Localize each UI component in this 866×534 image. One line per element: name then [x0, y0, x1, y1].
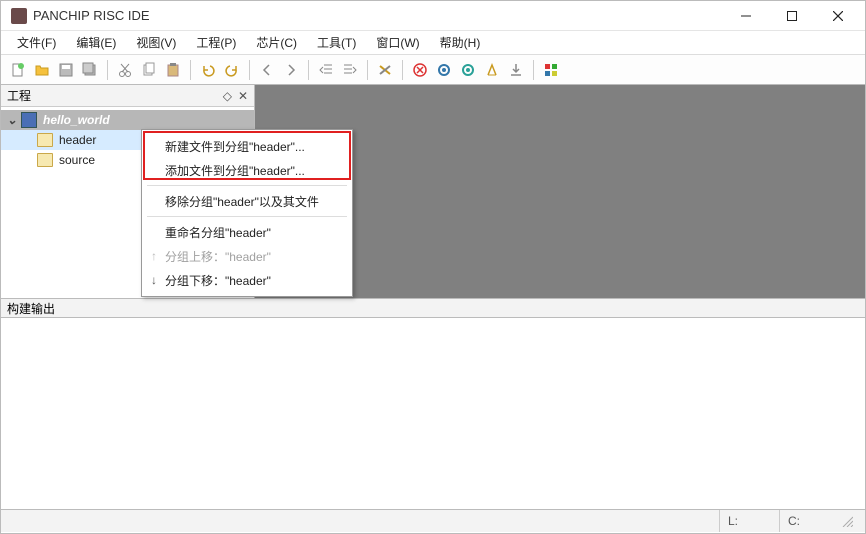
toolbar-separator: [308, 60, 309, 80]
project-icon: [21, 112, 37, 128]
maximize-button[interactable]: [769, 2, 815, 30]
menu-project[interactable]: 工程(P): [186, 32, 246, 53]
menu-help[interactable]: 帮助(H): [430, 32, 491, 53]
toolbar-separator: [402, 60, 403, 80]
nav-forward-icon[interactable]: [280, 59, 302, 81]
menu-chip[interactable]: 芯片(C): [246, 32, 307, 53]
toolbar-separator: [249, 60, 250, 80]
window-controls: [723, 2, 861, 30]
stop-icon[interactable]: [409, 59, 431, 81]
save-icon[interactable]: [55, 59, 77, 81]
outdent-icon[interactable]: [315, 59, 337, 81]
toolbar-separator: [190, 60, 191, 80]
open-folder-icon[interactable]: [31, 59, 53, 81]
redo-icon[interactable]: [221, 59, 243, 81]
paste-icon[interactable]: [162, 59, 184, 81]
status-line: L:: [719, 510, 779, 532]
output-panel-header: 构建输出: [1, 298, 865, 318]
status-col: C:: [779, 510, 839, 532]
project-panel: 工程 ◇ ✕ ⌄ hello_world header source: [1, 85, 255, 298]
nav-back-icon[interactable]: [256, 59, 278, 81]
folder-icon: [37, 153, 53, 167]
cm-rename-group[interactable]: 重命名分组"header": [143, 220, 351, 244]
project-name-label: hello_world: [39, 113, 110, 127]
toolbar-separator: [107, 60, 108, 80]
terminal-icon[interactable]: [540, 59, 562, 81]
cm-new-file[interactable]: 新建文件到分组"header"...: [143, 134, 351, 158]
title-bar: PANCHIP RISC IDE: [1, 1, 865, 31]
window-title: PANCHIP RISC IDE: [33, 8, 723, 23]
output-panel-body[interactable]: [1, 318, 865, 510]
arrow-up-icon: ↑: [147, 249, 161, 263]
cm-add-file[interactable]: 添加文件到分组"header"...: [143, 158, 351, 182]
chevron-down-icon[interactable]: ⌄: [5, 113, 19, 127]
cm-separator: [147, 185, 347, 186]
context-menu: 新建文件到分组"header"... 添加文件到分组"header"... 移除…: [141, 129, 353, 297]
clean-icon[interactable]: [481, 59, 503, 81]
cm-remove-group[interactable]: 移除分组"header"以及其文件: [143, 189, 351, 213]
indent-icon[interactable]: [339, 59, 361, 81]
undo-icon[interactable]: [197, 59, 219, 81]
gear-teal-icon[interactable]: [457, 59, 479, 81]
folder-label: header: [55, 133, 96, 147]
app-icon: [11, 8, 27, 24]
cm-separator: [147, 216, 347, 217]
menu-file[interactable]: 文件(F): [7, 32, 66, 53]
save-all-icon[interactable]: [79, 59, 101, 81]
menu-view[interactable]: 视图(V): [126, 32, 186, 53]
menu-bar: 文件(F) 编辑(E) 视图(V) 工程(P) 芯片(C) 工具(T) 窗口(W…: [1, 31, 865, 55]
status-bar: L: C:: [1, 510, 865, 532]
resize-grip-icon[interactable]: [839, 513, 855, 529]
settings-icon[interactable]: [374, 59, 396, 81]
panel-collapse-icon[interactable]: ◇: [223, 89, 232, 103]
toolbar: [1, 55, 865, 85]
menu-tools[interactable]: 工具(T): [307, 32, 366, 53]
project-panel-header: 工程 ◇ ✕: [1, 85, 254, 107]
folder-icon: [37, 133, 53, 147]
cm-move-up: ↑分组上移："header": [143, 244, 351, 268]
toolbar-separator: [533, 60, 534, 80]
menu-window[interactable]: 窗口(W): [366, 32, 429, 53]
folder-label: source: [55, 153, 95, 167]
project-panel-title: 工程: [7, 87, 31, 104]
cut-icon[interactable]: [114, 59, 136, 81]
tree-project-row[interactable]: ⌄ hello_world: [1, 110, 254, 130]
output-panel-title: 构建输出: [7, 300, 55, 317]
work-area: 工程 ◇ ✕ ⌄ hello_world header source: [1, 85, 865, 298]
gear-blue-icon[interactable]: [433, 59, 455, 81]
arrow-down-icon: ↓: [147, 273, 161, 287]
download-icon[interactable]: [505, 59, 527, 81]
new-file-icon[interactable]: [7, 59, 29, 81]
copy-icon[interactable]: [138, 59, 160, 81]
close-button[interactable]: [815, 2, 861, 30]
cm-move-down[interactable]: ↓分组下移："header": [143, 268, 351, 292]
project-tree[interactable]: ⌄ hello_world header source 新建文件到分组"head…: [1, 107, 254, 173]
menu-edit[interactable]: 编辑(E): [66, 32, 126, 53]
panel-close-icon[interactable]: ✕: [238, 89, 248, 103]
toolbar-separator: [367, 60, 368, 80]
minimize-button[interactable]: [723, 2, 769, 30]
